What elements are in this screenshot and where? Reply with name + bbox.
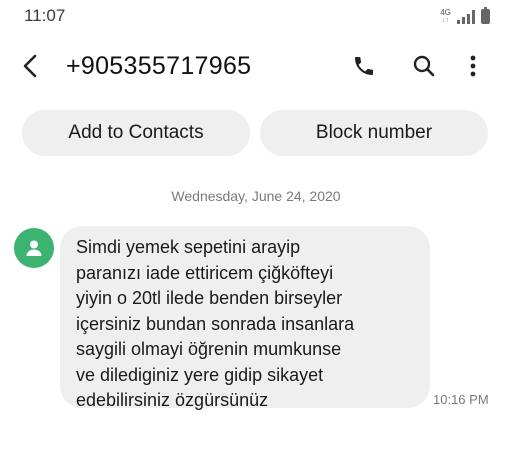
battery-icon xyxy=(481,7,490,24)
signal-strength-icon xyxy=(457,10,475,24)
block-number-button[interactable]: Block number xyxy=(260,110,488,156)
status-time: 11:07 xyxy=(24,6,66,25)
search-icon[interactable] xyxy=(410,52,438,80)
status-icons: 4G ↓↑ xyxy=(440,6,490,24)
message-text: Simdi yemek sepetini arayip paranızı iad… xyxy=(76,237,355,410)
add-to-contacts-button[interactable]: Add to Contacts xyxy=(22,110,250,156)
status-bar: 11:07 4G ↓↑ xyxy=(0,0,512,30)
back-icon[interactable] xyxy=(16,52,44,80)
contact-avatar-icon[interactable] xyxy=(14,228,54,268)
app-bar: +905355717965 xyxy=(0,40,512,96)
message-timestamp: 10:16 PM xyxy=(433,392,489,407)
call-icon[interactable] xyxy=(350,52,378,80)
contact-number: +905355717965 xyxy=(66,52,252,80)
network-type-icon: 4G ↓↑ xyxy=(440,8,451,25)
network-type-label: 4G xyxy=(440,8,451,17)
network-activity-arrows: ↓↑ xyxy=(442,17,450,24)
more-options-icon[interactable] xyxy=(460,52,486,80)
message-bubble[interactable]: Simdi yemek sepetini arayip paranızı iad… xyxy=(60,226,430,410)
date-divider: Wednesday, June 24, 2020 xyxy=(171,188,341,204)
